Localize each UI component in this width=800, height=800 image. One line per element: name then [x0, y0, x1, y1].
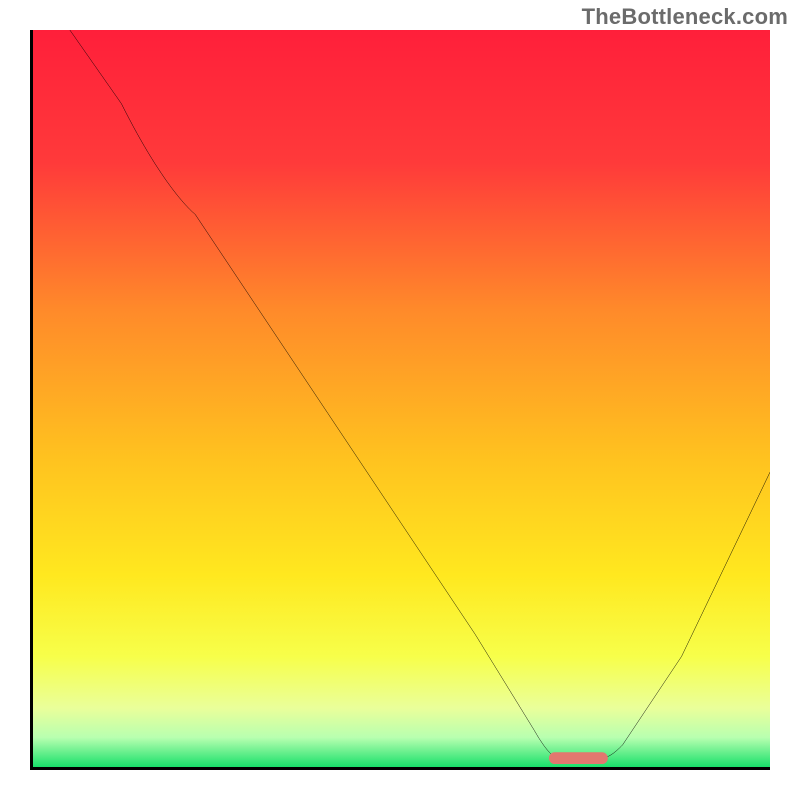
watermark-text: TheBottleneck.com	[582, 4, 788, 30]
optimum-marker	[33, 30, 770, 767]
chart-stage: TheBottleneck.com	[0, 0, 800, 800]
plot-area	[30, 30, 770, 770]
